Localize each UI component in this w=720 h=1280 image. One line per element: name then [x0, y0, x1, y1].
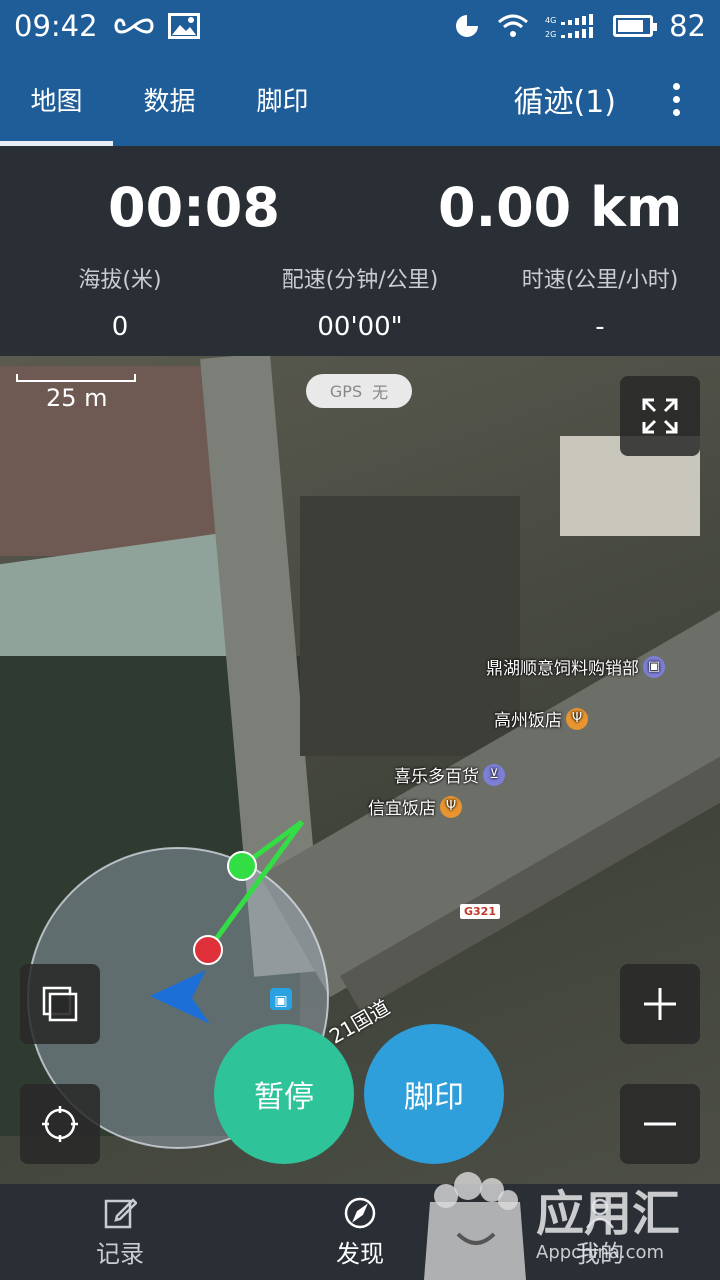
signal-icon: 4G 2G [545, 14, 594, 39]
track-start-marker [193, 935, 223, 965]
track-overlay: ▣ [27, 819, 329, 1149]
metric-altitude-value: 0 [111, 312, 129, 342]
pause-label: 暂停 [254, 1080, 314, 1115]
tab-map-label: 地图 [30, 86, 83, 117]
wifi-icon [498, 14, 529, 37]
battery-icon [613, 15, 658, 37]
trace-button[interactable]: 循迹(1) [514, 77, 617, 121]
watermark-brand: 应用汇 [536, 1186, 680, 1242]
metric-speed-value: - [595, 312, 605, 342]
infinity-icon [114, 18, 154, 34]
zoom-out-button[interactable] [620, 1084, 700, 1164]
metric-speed-label: 时速(公里/小时) [521, 268, 679, 293]
battery-percent: 82 [669, 9, 706, 43]
tab-data-label: 数据 [143, 86, 196, 117]
svg-text:4G: 4G [545, 16, 556, 25]
tab-data[interactable]: 数据 [113, 52, 226, 146]
map-view[interactable]: 25 m GPS 无 鼎湖顺意饲料购销部 ▣ 高州饭店 Ψ 喜乐多百货 ⊻ 信宜… [0, 356, 720, 1184]
status-time: 09:42 [14, 9, 98, 43]
zoom-in-button[interactable] [620, 964, 700, 1044]
layers-icon [42, 986, 78, 1022]
footprint-button[interactable]: 脚印 [364, 1024, 504, 1164]
tab-map[interactable]: 地图 [0, 52, 113, 146]
edit-icon [104, 1197, 137, 1228]
metric-pace: 配速(分钟/公里) 00'00" [240, 262, 480, 342]
distance: 0.00 km [438, 176, 683, 239]
layers-button[interactable] [20, 964, 100, 1044]
pie-icon [456, 13, 481, 37]
metric-altitude-label: 海拔(米) [78, 268, 162, 293]
metric-pace-value: 00'00" [317, 312, 403, 342]
nav-record-label: 记录 [96, 1239, 144, 1268]
metric-speed: 时速(公里/小时) - [480, 262, 720, 342]
nav-record[interactable]: 记录 [0, 1184, 240, 1280]
svg-text:▣: ▣ [274, 993, 287, 1009]
elapsed-time: 00:08 [108, 176, 280, 239]
compass-icon [344, 1197, 376, 1228]
track-end-marker [227, 851, 257, 881]
footprint-label: 脚印 [404, 1080, 464, 1115]
pause-button[interactable]: 暂停 [214, 1024, 354, 1164]
locate-button[interactable] [20, 1084, 100, 1164]
svg-text:2G: 2G [545, 30, 556, 39]
status-bar: 09:42 4G 2G 82 [0, 0, 720, 52]
tab-footprint[interactable]: 脚印 [226, 52, 339, 146]
crosshair-icon [42, 1106, 78, 1142]
watermark-url: Appchina.com [536, 1242, 664, 1263]
metric-altitude: 海拔(米) 0 [0, 262, 240, 342]
metric-pace-label: 配速(分钟/公里) [281, 268, 439, 293]
image-icon [167, 13, 200, 39]
stats-panel: 00:08 0.00 km 海拔(米) 0 配速(分钟/公里) 00'00" 时… [0, 146, 720, 356]
app-bar: 地图 数据 脚印 循迹(1) [0, 52, 720, 146]
nav-discover-label: 发现 [336, 1239, 384, 1268]
minus-icon [644, 1122, 676, 1126]
watermark-logo: 应用汇 Appchina.com [424, 1172, 680, 1280]
tab-footprint-label: 脚印 [256, 86, 309, 117]
more-vertical-icon[interactable] [656, 82, 696, 116]
plus-icon [644, 988, 676, 1020]
